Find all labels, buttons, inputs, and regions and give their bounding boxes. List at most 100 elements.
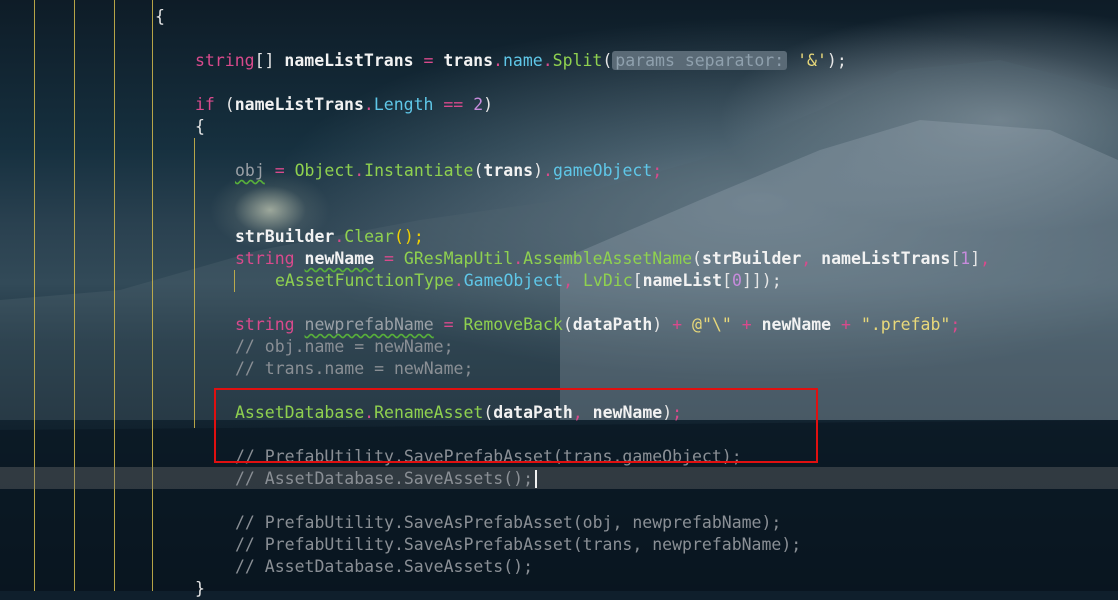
type-keyword: string xyxy=(195,51,255,70)
argument: nameListTrans xyxy=(821,249,951,268)
identifier: LvDic xyxy=(582,271,633,290)
class-name: GResMapUtil xyxy=(403,249,514,268)
current-line-highlight xyxy=(0,467,1118,489)
indent-guide xyxy=(234,270,235,292)
comma: , xyxy=(563,271,583,290)
comma: , xyxy=(801,249,822,268)
comment: // AssetDatabase.SaveAssets(); xyxy=(235,557,534,576)
punctuation: ); xyxy=(826,51,847,70)
code-line[interactable]: // PrefabUtility.SaveAsPrefabAsset(obj, … xyxy=(235,512,781,534)
code-line[interactable]: // AssetDatabase.SaveAssets(); xyxy=(235,468,533,490)
paren: ( xyxy=(692,249,702,268)
argument: dataPath xyxy=(572,315,653,334)
dot: . xyxy=(363,95,374,114)
paren: ( xyxy=(473,161,484,180)
string-literal: @"\" xyxy=(692,315,732,334)
argument: trans xyxy=(483,161,534,180)
annotation-highlight-box xyxy=(214,388,818,463)
method: Clear xyxy=(344,227,394,246)
string-literal: ".prefab" xyxy=(860,315,951,334)
identifier: trans xyxy=(443,51,494,70)
code-line[interactable]: string newName = GResMapUtil.AssembleAss… xyxy=(235,248,990,270)
close-brace: } xyxy=(195,579,205,598)
dot: . xyxy=(453,271,464,290)
open-brace: { xyxy=(195,117,205,136)
comment: // trans.name = newName; xyxy=(235,359,474,378)
variable: newName xyxy=(304,249,375,268)
code-line[interactable]: string[] nameListTrans = trans.name.Spli… xyxy=(195,50,847,72)
code-line[interactable]: { xyxy=(195,116,205,138)
operator: = xyxy=(413,51,444,70)
dot: . xyxy=(513,249,524,268)
comment: // PrefabUtility.SaveAsPrefabAsset(trans… xyxy=(235,535,802,554)
code-line[interactable]: // obj.name = newName; xyxy=(235,336,454,358)
member: gameObject xyxy=(552,161,653,180)
variable: nameListTrans xyxy=(234,95,364,114)
member: Length xyxy=(373,95,434,114)
dot: . xyxy=(543,161,553,180)
identifier: newName xyxy=(761,315,832,334)
code-line[interactable]: // AssetDatabase.SaveAssets(); xyxy=(235,556,533,578)
variable: newprefabName xyxy=(304,315,434,334)
code-line[interactable]: if (nameListTrans.Length == 2) xyxy=(195,94,493,116)
method: RemoveBack xyxy=(463,315,563,334)
code-line[interactable]: // trans.name = newName; xyxy=(235,358,473,380)
operator: + xyxy=(831,315,861,334)
paren: ) xyxy=(652,315,663,334)
paren: ( xyxy=(602,51,613,70)
comment: // obj.name = newName; xyxy=(235,337,454,356)
parameter-hint: params separator: xyxy=(612,51,788,70)
code-line[interactable]: { xyxy=(155,6,165,28)
variable: strBuilder xyxy=(235,227,335,246)
paren: ) xyxy=(483,95,494,114)
member: GameObject xyxy=(463,271,564,290)
open-brace: { xyxy=(155,7,165,26)
type-keyword: string xyxy=(235,315,295,334)
code-line[interactable]: eAssetFunctionType.GameObject, LvDic[nam… xyxy=(275,270,782,292)
mountain-silhouette xyxy=(0,60,1118,591)
operator: + xyxy=(731,315,762,334)
number: 1 xyxy=(960,249,971,268)
if-keyword: if xyxy=(195,95,215,114)
number: 2 xyxy=(473,95,484,114)
method: Split xyxy=(552,51,603,70)
argument: strBuilder xyxy=(701,249,802,268)
indent-guide xyxy=(74,0,75,591)
dot: . xyxy=(493,51,503,70)
text-cursor xyxy=(535,470,537,488)
operator: = xyxy=(374,249,404,268)
operator: == xyxy=(433,95,474,114)
code-line[interactable]: string newprefabName = RemoveBack(dataPa… xyxy=(235,314,960,336)
dot: . xyxy=(334,227,345,246)
dot: . xyxy=(542,51,553,70)
code-line[interactable]: obj = Object.Instantiate(trans).gameObje… xyxy=(235,160,662,182)
class-name: eAssetFunctionType xyxy=(275,271,454,290)
indent-guide xyxy=(34,0,35,591)
operator: = xyxy=(264,161,295,180)
code-line[interactable]: strBuilder.Clear(); xyxy=(235,226,424,248)
method: AssembleAssetName xyxy=(523,249,693,268)
bracket: [ xyxy=(632,271,643,290)
paren: ( xyxy=(562,315,573,334)
dot: . xyxy=(354,161,365,180)
code-line[interactable]: // PrefabUtility.SaveAsPrefabAsset(trans… xyxy=(235,534,801,556)
bracket: ] xyxy=(970,249,981,268)
indent-guide xyxy=(152,0,153,591)
comment: // PrefabUtility.SaveAsPrefabAsset(obj, … xyxy=(235,513,782,532)
semicolon: ; xyxy=(652,161,663,180)
bracket: [ xyxy=(950,249,961,268)
bracket: [ xyxy=(722,271,732,290)
comma: , xyxy=(980,249,991,268)
number: 0 xyxy=(732,271,742,290)
indent-guide xyxy=(114,0,115,591)
operator: = xyxy=(433,315,464,334)
char-literal: '&' xyxy=(797,51,827,70)
punctuation: [] xyxy=(254,51,285,70)
paren: ( xyxy=(214,95,235,114)
code-line[interactable]: } xyxy=(195,578,205,600)
member: name xyxy=(502,51,543,70)
class-name: Object xyxy=(294,161,355,180)
